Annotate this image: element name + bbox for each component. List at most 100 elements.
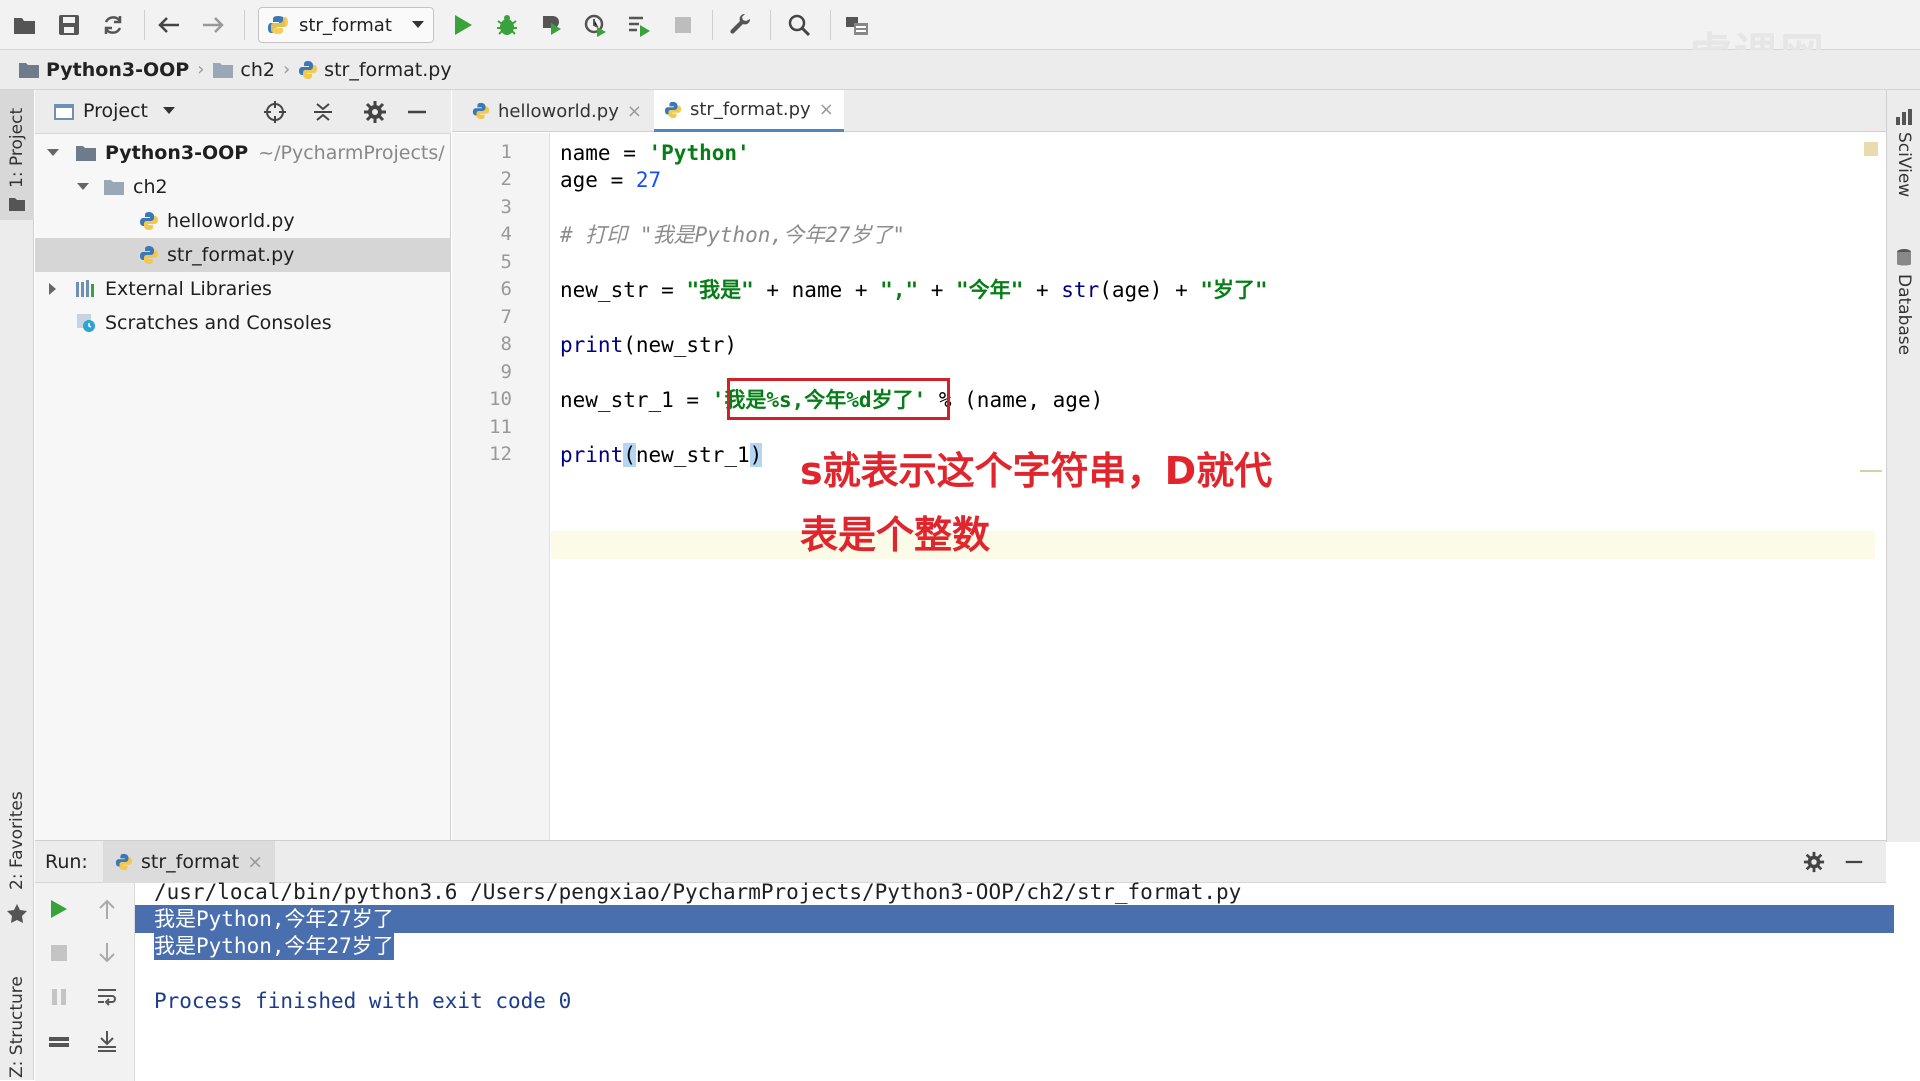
- folder-icon: [18, 61, 40, 79]
- project-view-label: Project: [83, 100, 149, 122]
- chevron-down-icon: [71, 182, 95, 192]
- editor-area: helloworld.py × str_format.py × 1 2 3 4 …: [452, 90, 1886, 840]
- line-number: 1: [500, 141, 512, 163]
- locate-icon[interactable]: [263, 100, 287, 124]
- chevron-down-icon: [411, 20, 425, 30]
- star-icon: [6, 902, 28, 924]
- breadcrumb: Python3-OOP › ch2 › str_format.py: [0, 50, 1920, 90]
- tab-str-format[interactable]: str_format.py ×: [654, 90, 844, 132]
- annotation-line-2: 表是个整数: [800, 513, 991, 557]
- run-icon[interactable]: [446, 8, 480, 42]
- folder-icon: [8, 196, 26, 212]
- output-selection: [135, 905, 1894, 933]
- debug-icon[interactable]: [490, 8, 524, 42]
- scroll-to-end-icon[interactable]: [89, 1023, 125, 1059]
- code-line-12[interactable]: print(new_str_1): [560, 441, 763, 469]
- line-number: 4: [500, 223, 512, 245]
- back-icon[interactable]: [152, 8, 186, 42]
- output-command[interactable]: /usr/local/bin/python3.6 /Users/pengxiao…: [154, 878, 1241, 906]
- project-tool-tab[interactable]: 1: Project: [0, 90, 34, 220]
- tree-file-label: helloworld.py: [167, 210, 295, 232]
- rerun-icon[interactable]: [41, 891, 77, 927]
- python-icon: [267, 14, 289, 36]
- tree-file-str-format[interactable]: str_format.py: [35, 238, 451, 272]
- tree-external-libraries-label: External Libraries: [105, 278, 272, 300]
- left-tool-strip: 1: Project 2: Favorites Z: Structure: [0, 90, 34, 1080]
- run-config-select[interactable]: str_format: [258, 7, 434, 43]
- breadcrumb-file-label: str_format.py: [324, 58, 452, 81]
- code-line-2[interactable]: age = 27: [560, 166, 661, 194]
- folder-icon: [212, 61, 234, 79]
- sciview-tab-label: SciView: [1894, 132, 1914, 198]
- line-number: 6: [500, 278, 512, 300]
- line-number: 11: [489, 416, 512, 438]
- inspection-marker[interactable]: [1864, 142, 1878, 156]
- concurrency-icon[interactable]: [622, 8, 656, 42]
- tree-file-helloworld[interactable]: helloworld.py: [35, 204, 451, 238]
- tree-root-label: Python3-OOP: [105, 142, 249, 164]
- tree-scratches[interactable]: Scratches and Consoles: [35, 306, 451, 340]
- collapse-all-icon[interactable]: [311, 100, 335, 124]
- chevron-down-icon: [39, 148, 67, 158]
- breadcrumb-chevron-icon: ›: [197, 59, 205, 80]
- profile-icon[interactable]: [578, 8, 612, 42]
- forward-icon[interactable]: [196, 8, 230, 42]
- line-number: 12: [489, 443, 512, 465]
- project-tab-label: 1: Project: [7, 107, 27, 188]
- breadcrumb-project[interactable]: Python3-OOP: [0, 50, 189, 90]
- project-view-select[interactable]: Project: [83, 100, 176, 122]
- stop-icon[interactable]: [666, 8, 700, 42]
- run-panel: Run: str_format × /usr/local/bin/python3…: [35, 840, 1894, 1081]
- structure-tool-tab[interactable]: Z: Structure: [0, 970, 34, 1080]
- python-file-icon: [139, 211, 159, 231]
- code-line-4[interactable]: # 打印 "我是Python,今年27岁了": [560, 221, 905, 249]
- sciview-icon: [1895, 108, 1913, 126]
- close-icon[interactable]: ×: [627, 101, 642, 122]
- run-tab-label: str_format: [141, 851, 240, 873]
- output-line[interactable]: 我是Python,今年27岁了: [154, 905, 394, 933]
- run-tab[interactable]: str_format ×: [103, 841, 275, 883]
- open-icon[interactable]: [8, 8, 42, 42]
- structure-icon[interactable]: [840, 8, 874, 42]
- sciview-tool-tab[interactable]: SciView: [1887, 108, 1920, 238]
- line-number: 7: [500, 306, 512, 328]
- close-icon[interactable]: ×: [247, 851, 263, 873]
- gear-icon[interactable]: [363, 100, 387, 124]
- code-line-6[interactable]: new_str = "我是" + name + "," + "今年" + str…: [560, 276, 1268, 304]
- code-line-1[interactable]: name = 'Python': [560, 139, 750, 167]
- arrow-down-icon[interactable]: [89, 935, 125, 971]
- favorites-tool-tab[interactable]: 2: Favorites: [0, 790, 34, 930]
- output-line[interactable]: 我是Python,今年27岁了: [154, 932, 394, 960]
- python-file-icon: [139, 245, 159, 265]
- tree-root[interactable]: Python3-OOP ~/PycharmProjects/: [35, 136, 451, 170]
- breadcrumb-file[interactable]: str_format.py: [298, 50, 452, 90]
- line-number: 2: [500, 168, 512, 190]
- breadcrumb-folder[interactable]: ch2: [212, 50, 275, 90]
- database-tool-tab[interactable]: Database: [1887, 248, 1920, 378]
- coverage-icon[interactable]: [534, 8, 568, 42]
- project-panel-header: Project: [35, 90, 451, 134]
- run-toolbar: [35, 883, 135, 1081]
- close-icon[interactable]: ×: [819, 99, 834, 120]
- layout-icon[interactable]: [41, 1023, 77, 1059]
- soft-wrap-icon[interactable]: [89, 979, 125, 1015]
- code-line-8[interactable]: print(new_str): [560, 331, 737, 359]
- gear-icon[interactable]: [1803, 851, 1825, 873]
- tree-folder-ch2[interactable]: ch2: [35, 170, 451, 204]
- minimize-icon[interactable]: [405, 100, 429, 124]
- output-exit-status[interactable]: Process finished with exit code 0: [154, 987, 571, 1015]
- save-icon[interactable]: [52, 8, 86, 42]
- tab-label: helloworld.py: [498, 100, 619, 122]
- pause-icon[interactable]: [41, 979, 77, 1015]
- chevron-down-icon: [163, 107, 176, 114]
- sync-icon[interactable]: [96, 8, 130, 42]
- stop-icon[interactable]: [41, 935, 77, 971]
- minimize-icon[interactable]: [1843, 851, 1865, 873]
- arrow-up-icon[interactable]: [89, 891, 125, 927]
- python-icon: [115, 853, 133, 871]
- search-icon[interactable]: [782, 8, 816, 42]
- python-file-icon: [664, 101, 682, 119]
- tab-helloworld[interactable]: helloworld.py ×: [462, 90, 652, 132]
- wrench-icon[interactable]: [724, 8, 758, 42]
- tree-external-libraries[interactable]: External Libraries: [35, 272, 451, 306]
